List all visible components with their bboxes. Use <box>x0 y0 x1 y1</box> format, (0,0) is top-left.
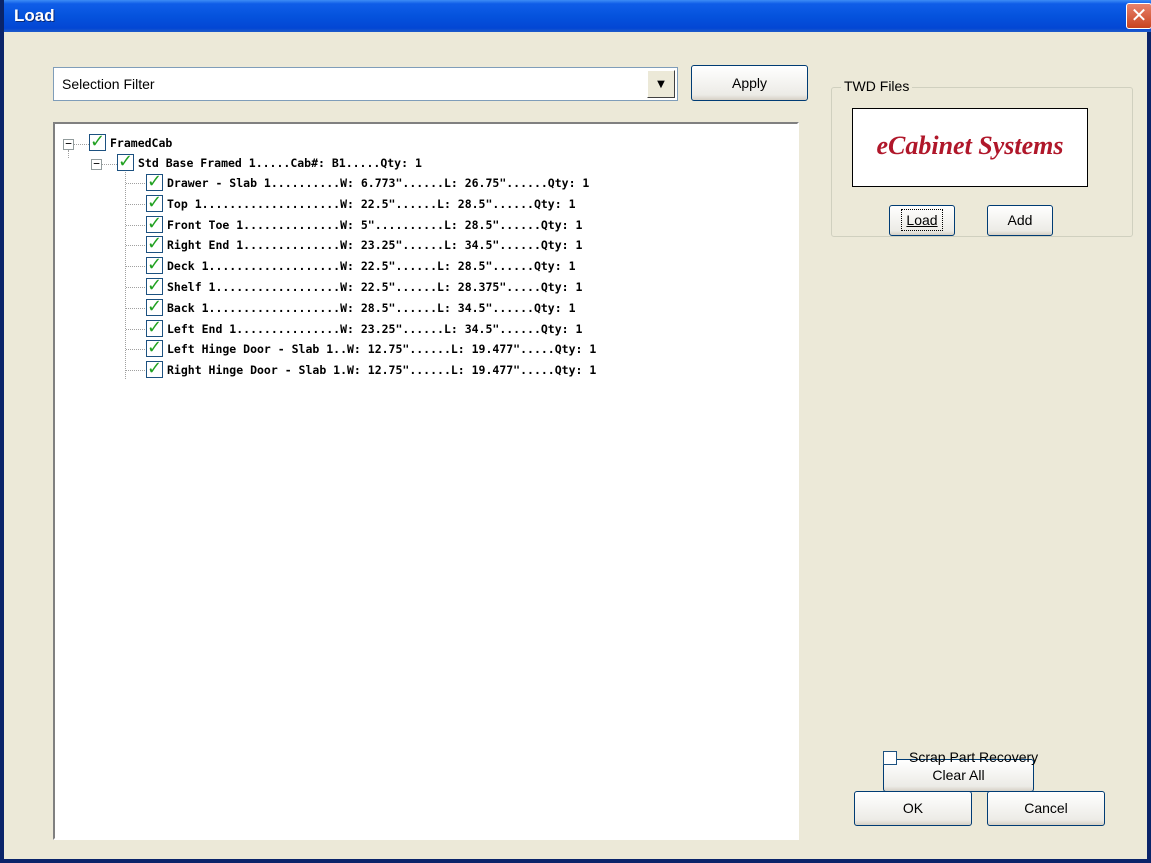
check-icon: ✓ <box>118 151 134 172</box>
part-checkbox[interactable]: ✓ <box>146 254 163 275</box>
check-icon: ✓ <box>147 233 163 254</box>
check-icon: ✓ <box>147 254 163 275</box>
check-icon: ✓ <box>147 317 163 338</box>
selection-filter-dropdown[interactable]: Selection Filter ▼ <box>53 67 678 101</box>
tree-connector <box>126 308 145 309</box>
part-checkbox[interactable]: ✓ <box>146 213 163 234</box>
ok-button-label: OK <box>902 800 924 816</box>
tree-item-part[interactable]: Back 1...................W: 28.5"......L… <box>167 298 576 318</box>
close-button[interactable]: ✕ <box>1126 3 1151 29</box>
check-icon: ✓ <box>147 171 163 192</box>
tree-connector <box>126 287 145 288</box>
tree-item-part[interactable]: Top 1....................W: 22.5"......L… <box>167 194 576 214</box>
tree-item-part[interactable]: Right Hinge Door - Slab 1.W: 12.75".....… <box>167 360 596 380</box>
tree-connector <box>126 370 145 371</box>
part-checkbox[interactable]: ✓ <box>146 337 163 358</box>
check-icon: ✓ <box>90 131 106 152</box>
part-checkbox[interactable]: ✓ <box>146 192 163 213</box>
tree-item-part[interactable]: Shelf 1..................W: 22.5"......L… <box>167 277 582 297</box>
root-checkbox[interactable]: ✓ <box>89 131 106 152</box>
selection-filter-value: Selection Filter <box>62 76 155 92</box>
title-bar[interactable]: Load ✕ <box>4 0 1151 32</box>
part-checkbox[interactable]: ✓ <box>146 233 163 254</box>
logo-text: eCabinet Systems <box>876 131 1064 160</box>
cancel-button[interactable]: Cancel <box>987 791 1105 826</box>
tree-item-cabinet[interactable]: Std Base Framed 1.....Cab#: B1.....Qty: … <box>138 153 422 173</box>
twd-files-legend: TWD Files <box>841 78 913 94</box>
scrap-part-recovery-label: Scrap Part Recovery <box>909 749 1039 765</box>
parts-tree[interactable]: − ✓ FramedCab − ✓ Std Base Framed 1.....… <box>53 122 799 840</box>
check-icon: ✓ <box>147 296 163 317</box>
part-checkbox[interactable]: ✓ <box>146 296 163 317</box>
tree-connector <box>126 204 145 205</box>
tree-item-part[interactable]: Left Hinge Door - Slab 1..W: 12.75".....… <box>167 339 596 359</box>
part-checkbox[interactable]: ✓ <box>146 358 163 379</box>
ecabinet-logo: eCabinet Systems <box>852 108 1088 187</box>
collapse-icon[interactable]: − <box>63 138 74 150</box>
load-dialog: Load ✕ Selection Filter ▼ Apply − ✓ Fram… <box>0 0 1151 863</box>
ok-button[interactable]: OK <box>854 791 972 826</box>
scrap-part-recovery-checkbox[interactable] <box>883 751 897 765</box>
tree-item-part[interactable]: Deck 1...................W: 22.5"......L… <box>167 256 576 276</box>
tree-item-part[interactable]: Front Toe 1..............W: 5"..........… <box>167 215 582 235</box>
load-button-label: Load <box>901 209 943 231</box>
tree-item-part[interactable]: Left End 1...............W: 23.25"......… <box>167 319 582 339</box>
apply-button-label: Apply <box>731 75 768 91</box>
tree-connector <box>68 150 69 158</box>
tree-item-part[interactable]: Right End 1..............W: 23.25"......… <box>167 235 582 255</box>
apply-button[interactable]: Apply <box>691 65 808 101</box>
check-icon: ✓ <box>147 275 163 296</box>
tree-connector <box>126 329 145 330</box>
tree-connector <box>74 144 89 145</box>
close-icon: ✕ <box>1130 3 1148 27</box>
check-icon: ✓ <box>147 358 163 379</box>
tree-connector <box>126 245 145 246</box>
tree-connector <box>126 349 145 350</box>
tree-connector <box>126 266 145 267</box>
part-checkbox[interactable]: ✓ <box>146 275 163 296</box>
tree-connector <box>126 183 145 184</box>
part-checkbox[interactable]: ✓ <box>146 317 163 338</box>
add-button-label: Add <box>1007 212 1033 228</box>
dropdown-arrow-icon[interactable]: ▼ <box>647 70 675 98</box>
tree-item-framedcab[interactable]: FramedCab <box>110 133 172 153</box>
twd-files-group: TWD Files eCabinet Systems <box>831 78 1133 237</box>
part-checkbox[interactable]: ✓ <box>146 171 163 192</box>
tree-connector <box>102 164 117 165</box>
tree-item-part[interactable]: Drawer - Slab 1..........W: 6.773"......… <box>167 173 589 193</box>
tree-connector <box>126 225 145 226</box>
check-icon: ✓ <box>147 213 163 234</box>
cabinet-checkbox[interactable]: ✓ <box>117 151 134 172</box>
check-icon: ✓ <box>147 192 163 213</box>
add-button[interactable]: Add <box>987 205 1053 236</box>
collapse-icon[interactable]: − <box>91 158 102 170</box>
load-button[interactable]: Load <box>889 205 955 236</box>
cancel-button-label: Cancel <box>1024 800 1068 816</box>
window-title: Load <box>14 6 55 25</box>
check-icon: ✓ <box>147 337 163 358</box>
